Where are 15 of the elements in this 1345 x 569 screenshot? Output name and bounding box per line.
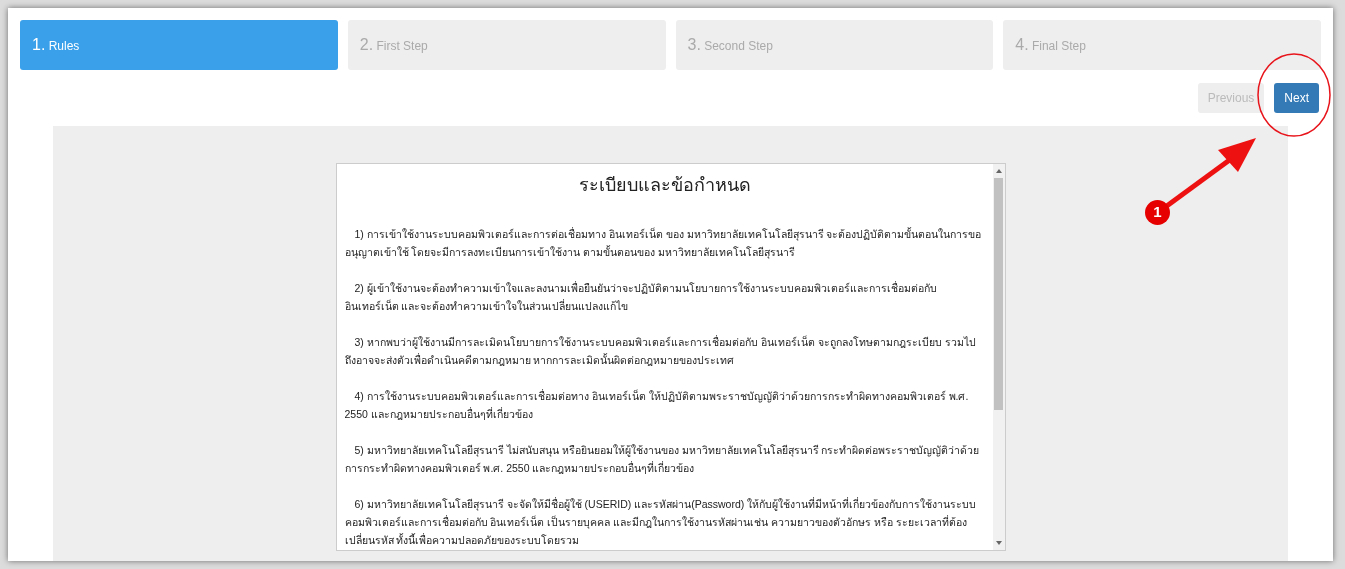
rule-paragraph: 1) การเข้าใช้งานระบบคอมพิวเตอร์และการต่อเชื่อมทาง อินเทอร์เน็ต ของ มหาวิทยาลัยเทคโนโลยีสุรนารี จะต้องปฏิบัติตามขั้นตอนในการขออนุญาตเข้าใช้ โดยจะมีการลงทะเบียนการเข้าใช้งาน ตามขั้นตอนของ มหาวิทยาลัยเทคโนโลยีสุรนารี <box>344 226 983 261</box>
rule-paragraph: 3) หากพบว่าผู้ใช้งานมีการละเมิดนโยบายการใช้งานระบบคอมพิวเตอร์และการเชื่อมต่อกับ อินเทอร์เน็ต จะถูกลงโทษตามกฎระเบียบ รวมไปถึงอาจจะส่งตัวเพื่อดำเนินคดีตามกฎหมาย หากการละเมิดนั้นผิดต่อกฎหมายของประเทศ <box>344 334 977 368</box>
step-tab[interactable]: 3. Second Step <box>675 20 994 70</box>
step-tab[interactable]: 1. Rules <box>20 20 338 70</box>
scroll-up-icon[interactable] <box>994 167 1003 175</box>
scroll-down-icon[interactable] <box>994 539 1003 547</box>
rule-paragraph: 2) ผู้เข้าใช้งานจะต้องทำความเข้าใจและลงนามเพื่อยืนยันว่าจะปฏิบัติตามนโยบายการใช้งานระบบคอมพิวเตอร์และการเชื่อมต่อกับ อินเทอร์เน็ต และจะต้องทำความเข้าใจในส่วนเปลี่ยนแปลงแก้ไข <box>344 280 938 314</box>
rule-paragraph: 4) การใช้งานระบบคอมพิวเตอร์และการเชื่อมต่อทาง อินเทอร์เน็ต ให้ปฏิบัติตามพระราชบัญญัติว่าด้วยการกระทำผิดทางคอมพิวเตอร์ พ.ศ. 2550 และกฎหมายประกอบอื่นๆที่เกี่ยวข้อง <box>344 388 970 422</box>
rule-paragraph: 5) มหาวิทยาลัยเทคโนโลยีสุรนารี ไม่สนับสนุน หรือยินยอมให้ผู้ใช้งานของ มหาวิทยาลัยเทคโนโลยีสุรนารี กระทำผิดต่อพระราชบัญญัติว่าด้วยการกระทำผิดทางคอมพิวเตอร์ พ.ศ. 2550 และกฎหมายประกอบอื่นๆที่เกี่ยวข้อง <box>344 443 981 476</box>
step-tab[interactable]: 4. Final Step <box>1003 20 1321 70</box>
scroll-thumb[interactable] <box>994 178 1003 410</box>
step-tab[interactable]: 2. First Step <box>347 20 666 70</box>
document-title: ระเบียบและข้อกำหนด <box>577 174 752 197</box>
rule-paragraph: 6) มหาวิทยาลัยเทคโนโลยีสุรนารี จะจัดให้มีชื่อผู้ใช้ (USERID) และรหัสผ่าน(Password) ให้กับผู้ใช้งานที่มีหน้าที่เกี่ยวข้องกับการใช้งานระบบคอมพิวเตอร์และการเชื่อมต่อกับ อินเทอร์เน็ต เป็นรายบุคคล และมีกฎในการใช้งานรหัสผ่านเช่น ความยาวของตัวอักษร หรือ ระยะเวลาที่ต้องเปลี่ยนรหัส ทั้งนี้เพื่อความปลอดภัยของระบบโดยรวม <box>344 496 978 548</box>
next-button[interactable]: Next <box>1274 83 1319 113</box>
